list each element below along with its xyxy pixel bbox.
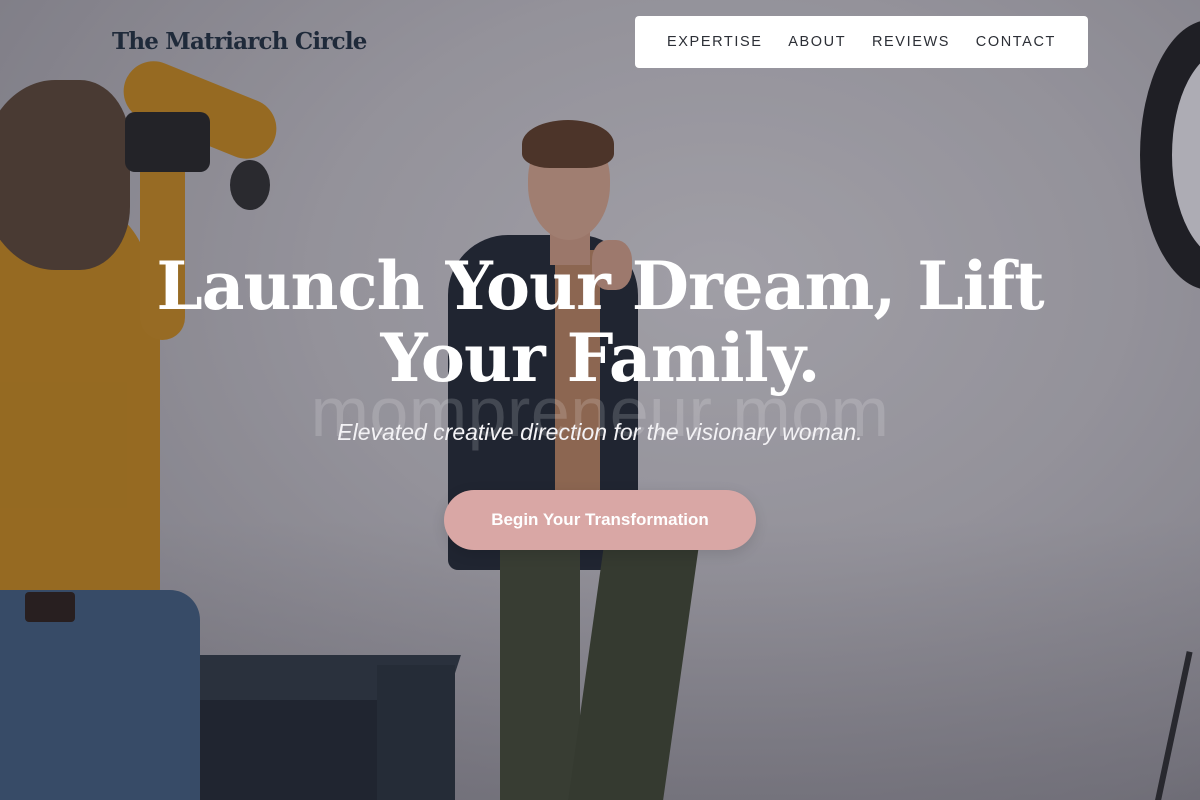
hero-subtitle: Elevated creative direction for the visi… [337,419,863,445]
begin-transformation-button[interactable]: Begin Your Transformation [444,490,756,550]
nav-item-contact[interactable]: CONTACT [976,34,1056,50]
brand-logo[interactable]: The Matriarch Circle [112,28,367,55]
nav-item-about[interactable]: ABOUT [788,34,846,50]
hero-title: Launch Your Dream, Lift Your Family. [156,247,1044,397]
main-nav: EXPERTISE ABOUT REVIEWS CONTACT [635,16,1088,68]
hero-section: The Matriarch Circle EXPERTISE ABOUT REV… [0,0,1200,800]
nav-item-reviews[interactable]: REVIEWS [872,34,950,50]
nav-item-expertise[interactable]: EXPERTISE [667,34,763,50]
